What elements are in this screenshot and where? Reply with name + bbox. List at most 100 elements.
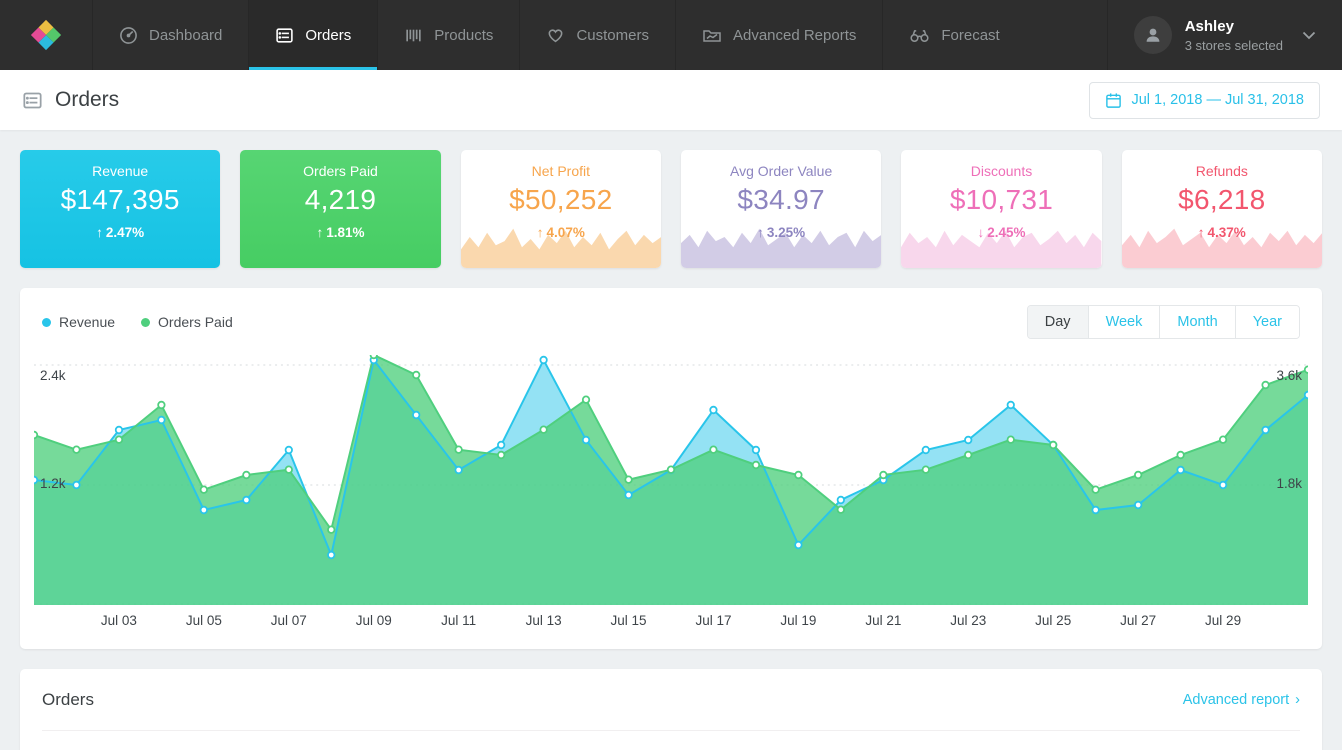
orders-section: Orders Advanced report › [20,669,1322,750]
stat-value: $6,218 [1178,184,1266,215]
stat-label: Avg Order Value [730,163,833,179]
gauge-icon [120,26,137,44]
binoculars-icon [910,29,929,42]
heart-icon [549,28,563,42]
app-logo[interactable] [0,0,92,70]
chart-header: Revenue Orders Paid Day Week Month Year [20,303,1322,341]
left-axis-top-tick: 2.4k [40,368,66,383]
x-tick-label: Jul 09 [355,613,392,628]
nav-item-customers[interactable]: Customers [519,0,675,70]
nav-item-dashboard[interactable]: Dashboard [92,0,248,70]
reports-folder-icon [703,29,721,42]
stat-delta: ↑ 3.25% [757,225,805,240]
right-axis-top-tick: 3.6k [1276,368,1302,383]
delta-value: 2.47% [105,225,145,240]
user-texts: Ashley 3 stores selected [1185,18,1283,53]
x-tick-label: Jul 19 [780,613,817,628]
orders-section-header: Orders Advanced report › [42,669,1300,730]
user-menu[interactable]: Ashley 3 stores selected [1106,0,1342,70]
legend-label: Revenue [59,314,116,330]
nav-item-forecast[interactable]: Forecast [882,0,1025,70]
x-tick-label: Jul 15 [610,613,647,628]
date-range-picker[interactable]: Jul 1, 2018 — Jul 31, 2018 [1089,81,1320,119]
stores-selected-label: 3 stores selected [1184,37,1283,53]
date-range-label: Jul 1, 2018 — Jul 31, 2018 [1131,92,1304,108]
x-tick-label: Jul 07 [270,613,307,628]
nav-label-advanced-reports: Advanced Reports [732,26,857,44]
content: Revenue $147,395 ↑ 2.47% Orders Paid 4,21… [0,130,1342,750]
delta-value: 4.07% [546,225,585,240]
x-tick-label: Jul 03 [100,613,137,628]
delta-up-icon: ↑ [96,225,103,240]
delta-up-icon: ↑ [1197,225,1205,240]
avatar [1133,16,1172,54]
legend-item-orders-paid[interactable]: Orders Paid [141,314,233,330]
stat-card-discounts[interactable]: Discounts $10,731 ↓ 2.45% [901,150,1102,268]
revenue-legend-dot [42,317,51,327]
stat-delta: ↑ 4.37% [1198,225,1246,240]
delta-down-icon: ↓ [977,225,985,240]
nav-label-orders: Orders [305,26,352,44]
right-axis-mid-tick: 1.8k [1276,476,1302,491]
stat-delta: ↑ 4.07% [537,225,585,240]
main-chart-plot[interactable]: 2.4k 1.2k 3.6k 1.8k [34,355,1308,605]
period-week[interactable]: Week [1087,306,1160,338]
period-day[interactable]: Day [1027,306,1088,338]
x-tick-label: Jul 05 [185,613,222,628]
stat-card-orders-paid[interactable]: Orders Paid 4,219 ↑ 1.81% [240,150,441,268]
x-tick-label: Jul 21 [865,613,902,628]
legend-label: Orders Paid [158,314,233,330]
period-month[interactable]: Month [1159,306,1235,338]
x-tick-label: Jul 13 [525,613,562,628]
nav-label-products: Products [434,26,494,44]
delta-up-icon: ↑ [316,225,324,240]
period-year[interactable]: Year [1234,306,1299,338]
stat-value: $50,252 [509,184,613,215]
stat-delta: ↑ 2.47% [96,225,144,240]
nav-label-dashboard: Dashboard [149,26,223,44]
nav-label-forecast: Forecast [941,26,1000,44]
x-tick-label: Jul 29 [1205,613,1242,628]
stat-label: Net Profit [531,163,590,179]
stat-card-net-profit[interactable]: Net Profit $50,252 ↑ 4.07% [460,150,661,268]
main-chart-card: Revenue Orders Paid Day Week Month Year … [20,288,1322,649]
stat-value: $147,395 [60,184,180,215]
orders-title-icon [23,92,42,108]
barcode-icon [406,29,421,41]
orders-section-title: Orders [42,689,94,709]
person-icon [1146,28,1160,42]
x-tick-label: Jul 17 [695,613,732,628]
stat-label: Refunds [1195,163,1248,179]
orders-table-area [42,730,1300,750]
nav-item-products[interactable]: Products [377,0,519,70]
chevron-right-icon: › [1295,691,1300,708]
x-axis-ticks: Jul 03 Jul 05 Jul 07 Jul 09 Jul 11 Jul 13 Jul … [34,613,1308,637]
delta-value: 4.37% [1207,225,1246,240]
advanced-report-link[interactable]: Advanced report › [1183,692,1300,708]
stat-label: Orders Paid [303,163,378,179]
chart-legend: Revenue Orders Paid [42,314,233,330]
stat-card-avg-order-value[interactable]: Avg Order Value $34.97 ↑ 3.25% [680,150,882,268]
orders-list-icon [276,27,294,43]
delta-up-icon: ↑ [757,225,764,240]
orders-paid-legend-dot [141,317,151,327]
stat-value: 4,219 [304,184,377,215]
delta-value: 2.45% [987,225,1026,240]
stat-delta: ↓ 2.45% [977,225,1025,240]
page-title-wrap: Orders [22,88,119,112]
left-axis-mid-tick: 1.2k [40,476,66,491]
page-header: Orders Jul 1, 2018 — Jul 31, 2018 [0,70,1342,130]
chevron-down-icon [1302,31,1316,39]
advanced-report-label: Advanced report [1182,691,1290,708]
legend-item-revenue[interactable]: Revenue [42,314,115,330]
stat-card-revenue[interactable]: Revenue $147,395 ↑ 2.47% [20,150,221,268]
calendar-icon [1106,92,1122,108]
stat-cards-row: Revenue $147,395 ↑ 2.47% Orders Paid 4,21… [20,150,1322,268]
nav-item-orders[interactable]: Orders [248,0,378,70]
stat-delta: ↑ 1.81% [316,225,364,240]
nav-item-advanced-reports[interactable]: Advanced Reports [674,0,882,70]
user-name: Ashley [1184,17,1234,35]
stat-card-refunds[interactable]: Refunds $6,218 ↑ 4.37% [1121,150,1322,268]
delta-value: 1.81% [326,225,365,240]
stat-label: Revenue [92,163,149,179]
